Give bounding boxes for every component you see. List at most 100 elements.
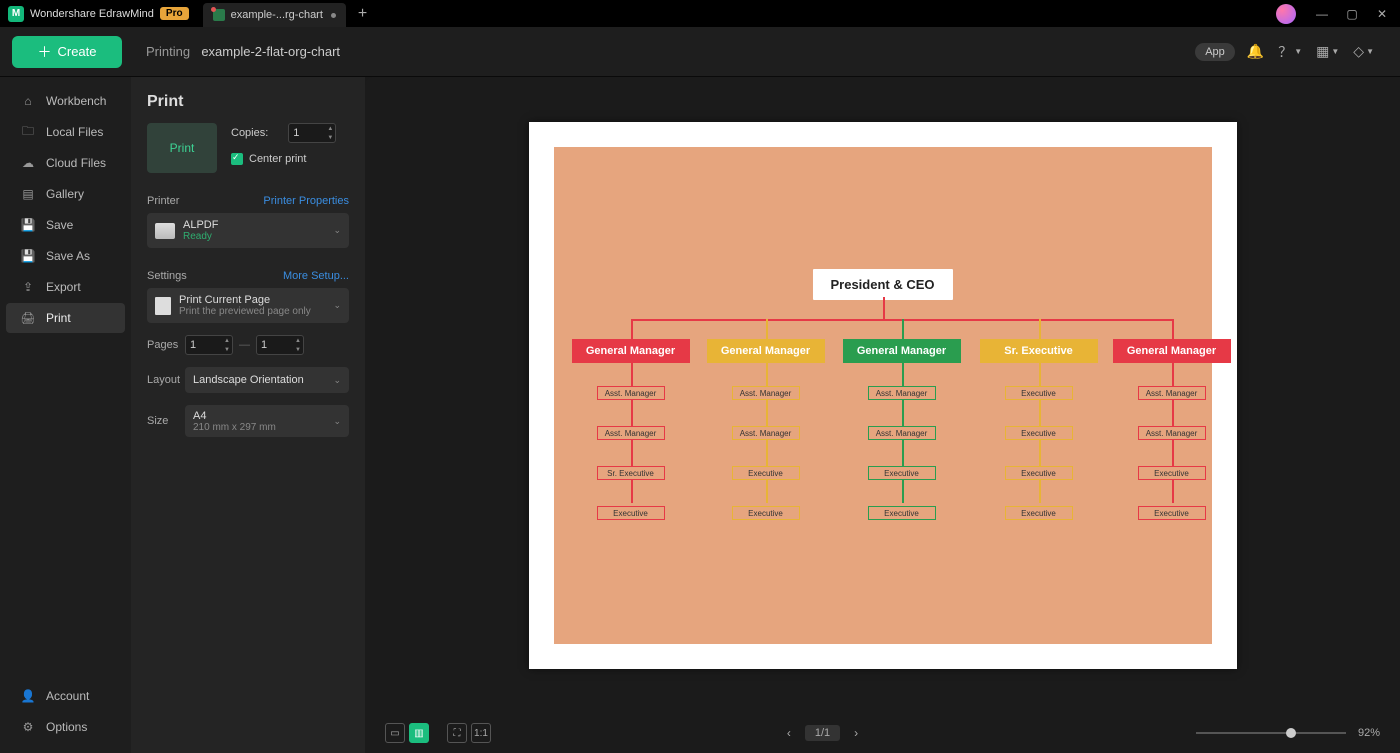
zoom-slider[interactable]: [1196, 732, 1346, 734]
org-chart-leaf: Executive: [868, 506, 936, 520]
org-chart-manager: General Manager: [843, 339, 961, 363]
gallery-icon: ▤: [20, 187, 36, 201]
org-chart-leaf: Executive: [1005, 466, 1073, 480]
page-to-input[interactable]: 1▲▼: [256, 335, 304, 355]
add-tab-button[interactable]: +: [358, 5, 367, 23]
org-chart-leaf: Executive: [732, 466, 800, 480]
org-chart-manager: General Manager: [707, 339, 825, 363]
sidebar-item-gallery[interactable]: ▤Gallery: [6, 179, 125, 209]
copies-input[interactable]: 1 ▲▼: [288, 123, 336, 143]
titlebar: M Wondershare EdrawMind Pro example-...r…: [0, 0, 1400, 27]
sidebar: ⌂Workbench 🗀Local Files ☁Cloud Files ▤Ga…: [0, 77, 131, 753]
org-chart-leaf: Executive: [1138, 506, 1206, 520]
multi-page-view-button[interactable]: ▥: [409, 723, 429, 743]
org-chart-leaf: Executive: [1005, 506, 1073, 520]
save-icon: 💾: [20, 218, 36, 232]
sidebar-item-export[interactable]: ⇪Export: [6, 272, 125, 302]
actual-size-button[interactable]: 1:1: [471, 723, 491, 743]
prev-page-button[interactable]: ‹: [787, 726, 791, 740]
center-print-checkbox[interactable]: Center print: [231, 153, 336, 165]
create-button[interactable]: ＋ Create: [12, 36, 122, 68]
sidebar-item-local-files[interactable]: 🗀Local Files: [6, 117, 125, 147]
close-button[interactable]: ✕: [1370, 7, 1394, 21]
chevron-down-icon: ⌄: [333, 300, 341, 311]
pro-badge: Pro: [160, 7, 189, 20]
org-chart-leaf: Asst. Manager: [597, 426, 665, 440]
gear-icon: ⚙: [20, 720, 36, 734]
document-icon: [213, 9, 225, 21]
org-chart-leaf: Executive: [868, 466, 936, 480]
printer-section-label: Printer: [147, 195, 179, 207]
tag-icon[interactable]: ◇▼: [1353, 43, 1374, 60]
maximize-button[interactable]: ▢: [1340, 7, 1364, 21]
print-button[interactable]: Print: [147, 123, 217, 173]
copies-stepper[interactable]: ▲▼: [325, 124, 335, 142]
org-chart-leaf: Executive: [597, 506, 665, 520]
org-chart-root: President & CEO: [812, 269, 952, 300]
org-chart-leaf: Executive: [732, 506, 800, 520]
org-chart-leaf: Asst. Manager: [868, 426, 936, 440]
print-scope-select[interactable]: Print Current Page Print the previewed p…: [147, 288, 349, 323]
sidebar-item-account[interactable]: 👤Account: [6, 681, 125, 711]
account-icon: 👤: [20, 689, 36, 703]
sidebar-item-options[interactable]: ⚙Options: [6, 712, 125, 742]
user-avatar[interactable]: [1276, 4, 1296, 24]
size-label: Size: [147, 415, 185, 427]
chevron-down-icon: ⌄: [333, 375, 341, 386]
zoom-value: 92%: [1358, 727, 1380, 739]
org-chart-canvas: President & CEO General Manager Asst. Man…: [554, 147, 1212, 644]
help-icon[interactable]: ？▼: [1278, 42, 1302, 62]
org-chart-leaf: Asst. Manager: [868, 386, 936, 400]
sidebar-item-save-as[interactable]: 💾Save As: [6, 241, 125, 271]
unsaved-dot-icon: [331, 13, 336, 18]
print-preview: President & CEO General Manager Asst. Man…: [365, 77, 1400, 753]
sidebar-item-workbench[interactable]: ⌂Workbench: [6, 86, 125, 116]
more-setup-link[interactable]: More Setup...: [283, 270, 349, 282]
org-chart-leaf: Asst. Manager: [732, 386, 800, 400]
folder-icon: 🗀: [20, 122, 36, 143]
plus-icon: ＋: [37, 42, 51, 62]
org-chart-leaf: Executive: [1005, 386, 1073, 400]
settings-section-label: Settings: [147, 270, 187, 282]
next-page-button[interactable]: ›: [854, 726, 858, 740]
printer-device-icon: [155, 223, 175, 239]
document-tab[interactable]: example-...rg-chart: [203, 3, 346, 27]
size-select[interactable]: A4 210 mm x 297 mm ⌄: [185, 405, 349, 437]
bell-icon[interactable]: 🔔: [1247, 43, 1264, 60]
page-from-input[interactable]: 1▲▼: [185, 335, 233, 355]
pages-label: Pages: [147, 339, 185, 351]
sidebar-item-print[interactable]: 🖨Print: [6, 303, 125, 333]
create-label: Create: [57, 44, 96, 59]
org-chart-manager: General Manager: [1113, 339, 1231, 363]
single-page-view-button[interactable]: ▭: [385, 723, 405, 743]
copies-label: Copies:: [231, 127, 268, 139]
org-chart-leaf: Asst. Manager: [1138, 386, 1206, 400]
org-chart-leaf: Sr. Executive: [597, 466, 665, 480]
chevron-down-icon: ⌄: [333, 416, 341, 427]
layout-select[interactable]: Landscape Orientation ⌄: [185, 367, 349, 393]
preview-page: President & CEO General Manager Asst. Man…: [529, 122, 1237, 669]
sidebar-item-save[interactable]: 💾Save: [6, 210, 125, 240]
print-panel: Print Print Copies: 1 ▲▼ Center print Pr…: [131, 77, 365, 753]
chevron-down-icon: ⌄: [333, 225, 341, 236]
layout-label: Layout: [147, 374, 185, 386]
zoom-thumb[interactable]: [1286, 728, 1296, 738]
printer-properties-link[interactable]: Printer Properties: [263, 195, 349, 207]
cloud-icon: ☁: [20, 156, 36, 170]
org-chart-leaf: Asst. Manager: [597, 386, 665, 400]
sidebar-item-cloud-files[interactable]: ☁Cloud Files: [6, 148, 125, 178]
grid-icon[interactable]: ▦▼: [1316, 43, 1339, 60]
page-icon: [155, 297, 171, 315]
app-name: Wondershare EdrawMind: [30, 8, 154, 20]
org-chart-manager: General Manager: [572, 339, 690, 363]
minimize-button[interactable]: —: [1310, 7, 1334, 21]
tab-label: example-...rg-chart: [231, 9, 323, 21]
checkbox-checked-icon: [231, 153, 243, 165]
app-menu-button[interactable]: App: [1195, 43, 1235, 61]
org-chart-leaf: Asst. Manager: [732, 426, 800, 440]
workbench-icon: ⌂: [20, 94, 36, 108]
page-indicator: 1/1: [805, 725, 840, 741]
printer-select[interactable]: ALPDF Ready ⌄: [147, 213, 349, 248]
org-chart-leaf: Executive: [1005, 426, 1073, 440]
fit-page-button[interactable]: ⛶: [447, 723, 467, 743]
